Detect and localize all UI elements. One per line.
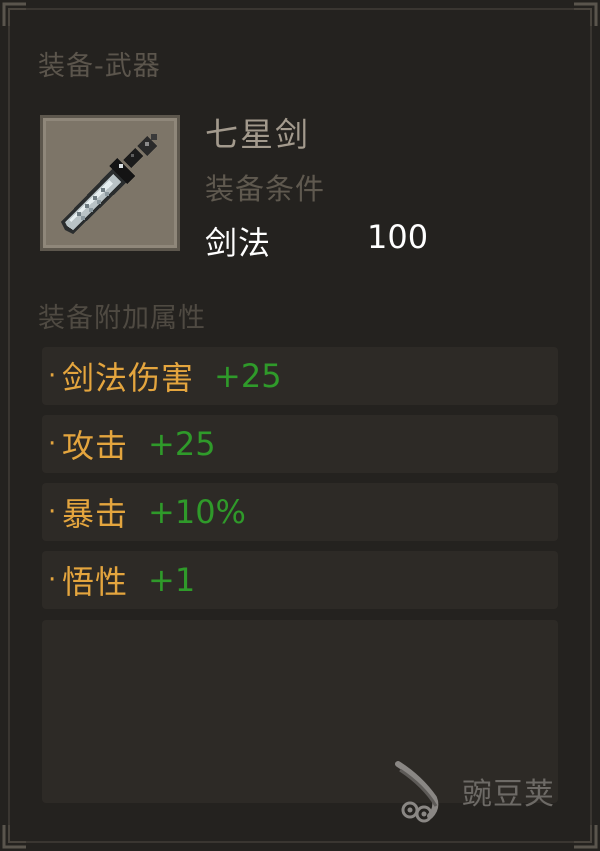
attribute-row: · 攻击 +25: [42, 415, 558, 473]
requirement-row: 剑法 100: [205, 218, 428, 264]
requirement-title: 装备条件: [205, 172, 326, 206]
attribute-row: · 暴击 +10%: [42, 483, 558, 541]
pea-logo-icon: [395, 761, 439, 823]
attribute-name: 攻击: [62, 427, 129, 465]
corner-ornament-icon: [2, 823, 28, 849]
sword-icon: [61, 134, 157, 234]
requirement-skill: 剑法: [205, 224, 272, 262]
corner-ornament-icon: [2, 2, 28, 28]
attribute-row: · 悟性 +1: [42, 551, 558, 609]
attribute-value: +10%: [148, 493, 246, 531]
bullet-icon: ·: [48, 497, 57, 527]
attribute-value: +25: [148, 425, 216, 463]
attribute-name: 剑法伤害: [62, 359, 195, 397]
attribute-row: · 剑法伤害 +25: [42, 347, 558, 405]
item-category: 装备-武器: [38, 51, 161, 82]
corner-ornament-icon: [572, 823, 598, 849]
item-tooltip-panel: 装备-武器 七星剑 装备条件 剑法 100 装备附加属性 · 剑法伤害 +25 …: [0, 0, 600, 851]
attribute-name: 悟性: [62, 563, 129, 601]
bullet-icon: ·: [48, 361, 57, 391]
item-name: 七星剑: [205, 115, 310, 154]
item-icon-slot[interactable]: [40, 115, 180, 251]
watermark: 豌豆荚: [390, 758, 555, 824]
attribute-value: +1: [148, 561, 196, 599]
attributes-title: 装备附加属性: [38, 303, 206, 334]
bullet-icon: ·: [48, 565, 57, 595]
requirement-value: 100: [367, 218, 429, 256]
corner-ornament-icon: [572, 2, 598, 28]
attribute-name: 暴击: [62, 495, 129, 533]
attribute-value: +25: [214, 357, 282, 395]
watermark-text: 豌豆荚: [462, 777, 555, 812]
bullet-icon: ·: [48, 429, 57, 459]
